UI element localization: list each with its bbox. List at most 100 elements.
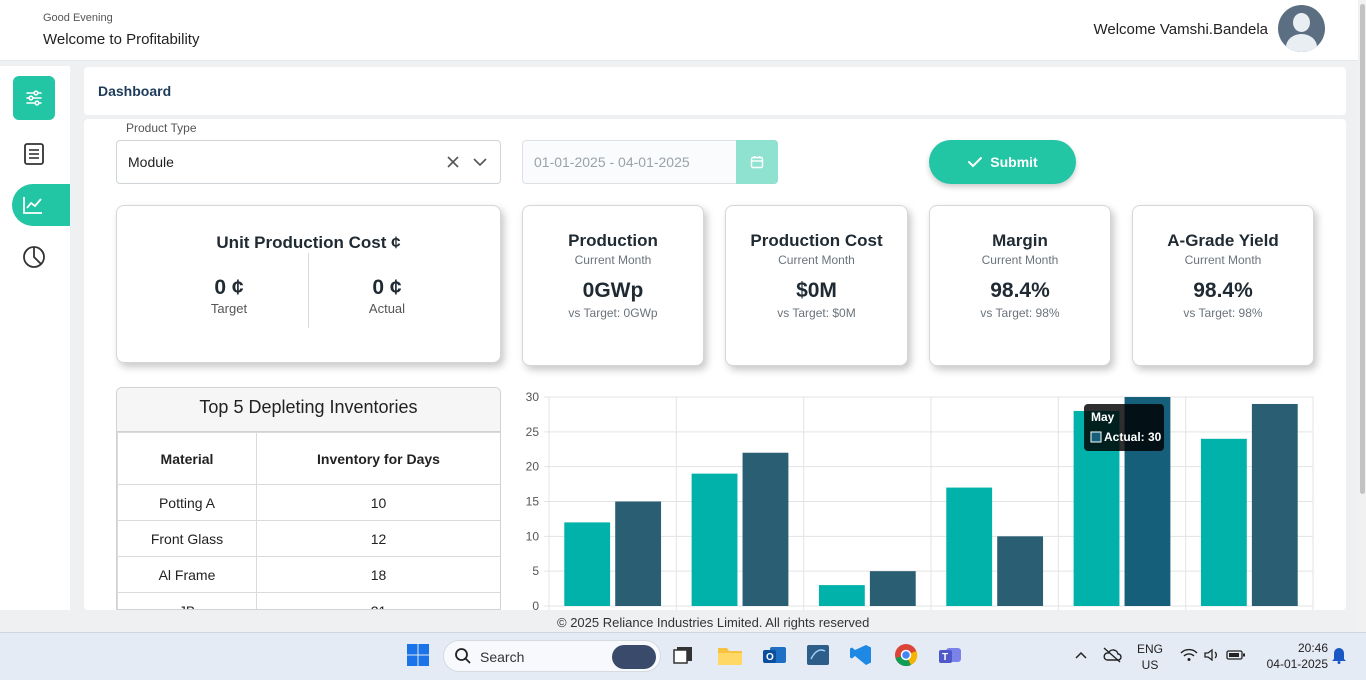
close-icon[interactable] <box>445 154 461 170</box>
chart-bar <box>818 585 865 606</box>
clock[interactable]: 20:46 04-01-2025 <box>1256 641 1328 671</box>
kpi-value: 0GWp <box>582 279 644 302</box>
table-row: Potting A 10 <box>117 484 500 521</box>
trend-chart-icon <box>23 197 42 214</box>
onedrive-offline-icon[interactable] <box>1097 640 1127 670</box>
search-highlight-art <box>612 645 656 669</box>
chart-bar <box>1200 438 1247 606</box>
tray-chevron-up-icon[interactable] <box>1066 640 1096 670</box>
avatar[interactable] <box>1278 5 1325 52</box>
chart-tooltip-label: Actual: 30 <box>1104 430 1162 444</box>
kpi-value: $0M <box>796 279 837 302</box>
teams-icon[interactable]: T <box>935 640 965 670</box>
bar-chart: 0 5 10 15 20 25 30 May Actual: 30 <box>526 390 1314 610</box>
folder-icon <box>718 648 742 665</box>
calendar-icon <box>750 156 764 169</box>
search-icon <box>455 648 471 664</box>
product-type-label: Product Type <box>126 121 197 135</box>
page-scroll-thumb[interactable] <box>1360 4 1365 494</box>
unit-cost-actual-label: Actual <box>368 301 406 316</box>
language-indicator[interactable]: ENG US <box>1134 642 1166 672</box>
vscode-icon[interactable] <box>846 640 876 670</box>
windows-start-icon[interactable] <box>403 640 433 670</box>
battery-glyph-icon <box>1226 650 1245 660</box>
unit-cost-actual: 0 ¢ Actual <box>292 276 482 316</box>
wifi-glyph-icon <box>1180 648 1198 661</box>
avatar-body <box>1286 34 1317 52</box>
sidebar-item-analytics[interactable] <box>12 184 70 226</box>
kpi-sub: Current Month <box>778 253 855 267</box>
calendar-button[interactable] <box>736 140 778 184</box>
sidebar-item-settings[interactable] <box>13 76 55 120</box>
footer-text: © 2025 Reliance Industries Limited. All … <box>557 615 870 630</box>
sidebar-item-pie[interactable] <box>13 237 55 277</box>
kpi-card-production: Production Current Month 0GWp vs Target:… <box>522 205 704 366</box>
task-view-glyph-icon <box>673 647 692 664</box>
days-cell: 21 <box>256 592 500 609</box>
material-cell: Al Frame <box>117 556 257 593</box>
app-title: Welcome to Profitability <box>43 31 200 48</box>
table-row: JB 21 <box>117 592 500 609</box>
chart-tooltip-title: May <box>1091 410 1115 424</box>
chart-bar <box>615 501 662 606</box>
kpi-title: A-Grade Yield <box>1167 231 1279 250</box>
y-tick-label: 25 <box>526 425 540 439</box>
battery-icon[interactable] <box>1221 640 1251 670</box>
taskbar-search[interactable]: Search <box>443 640 661 672</box>
column-header: Material <box>117 432 257 485</box>
chevron-up-icon <box>1075 651 1087 659</box>
inventory-title: Top 5 Depleting Inventories <box>199 397 418 417</box>
document-icon <box>24 143 44 165</box>
sidebar-item-reports[interactable] <box>13 134 55 174</box>
outlook-glyph-icon: O <box>763 647 786 663</box>
avatar-head <box>1293 13 1310 32</box>
kpi-value: 98.4% <box>990 279 1050 302</box>
file-explorer-icon[interactable] <box>715 640 745 670</box>
windows-logo-icon <box>407 644 429 666</box>
svg-text:O: O <box>766 652 774 663</box>
task-view-icon[interactable] <box>668 640 698 670</box>
chrome-icon[interactable] <box>891 640 921 670</box>
chart-bar <box>1251 403 1298 606</box>
svg-text:T: T <box>942 652 948 663</box>
depleting-inventories-card: Top 5 Depleting Inventories Material Inv… <box>116 387 501 610</box>
database-app-icon <box>807 645 829 665</box>
kpi-title: Production <box>568 231 658 250</box>
chevron-down-icon[interactable] <box>472 156 488 168</box>
material-cell: JB <box>117 592 257 609</box>
kpi-vs-target: vs Target: 98% <box>980 306 1060 320</box>
submit-button[interactable]: Submit <box>929 140 1076 184</box>
greeting-text: Good Evening <box>43 12 113 24</box>
page-title: Dashboard <box>98 83 172 99</box>
sliders-icon <box>26 90 42 106</box>
kpi-card-a-grade-yield: A-Grade Yield Current Month 98.4% vs Tar… <box>1132 205 1314 366</box>
language-bottom: US <box>1141 658 1159 672</box>
days-cell: 10 <box>256 484 500 521</box>
vscode-glyph-icon <box>850 645 871 665</box>
days-cell: 12 <box>256 520 500 557</box>
table-row: Front Glass 12 <box>117 520 500 557</box>
notification-bell-icon[interactable] <box>1324 640 1354 670</box>
chart-bar <box>946 487 993 606</box>
y-tick-label: 15 <box>526 495 540 509</box>
material-cell: Potting A <box>117 484 257 521</box>
speaker-icon <box>1204 648 1217 662</box>
kpi-vs-target: vs Target: 98% <box>1183 306 1263 320</box>
chart-bar <box>564 522 611 606</box>
table-row: Al Frame 18 <box>117 556 500 593</box>
unit-production-cost-card: Unit Production Cost ¢ 0 ¢ Target 0 ¢ Ac… <box>116 205 501 363</box>
unit-cost-title: Unit Production Cost ¢ <box>216 233 401 252</box>
outlook-icon[interactable]: O <box>760 640 790 670</box>
clock-date: 04-01-2025 <box>1266 657 1328 671</box>
cloud-off-icon <box>1103 647 1122 663</box>
y-tick-label: 10 <box>526 529 540 543</box>
mysql-workbench-icon[interactable] <box>803 640 833 670</box>
kpi-vs-target: vs Target: $0M <box>777 306 856 320</box>
unit-cost-actual-value: 0 ¢ <box>372 276 402 299</box>
days-cell: 18 <box>256 556 500 593</box>
chart-tooltip-swatch <box>1090 431 1102 443</box>
kpi-title: Production Cost <box>750 231 883 250</box>
clock-time: 20:46 <box>1297 641 1328 655</box>
y-tick-label: 5 <box>532 564 539 578</box>
product-type-select[interactable]: Module <box>116 140 501 184</box>
